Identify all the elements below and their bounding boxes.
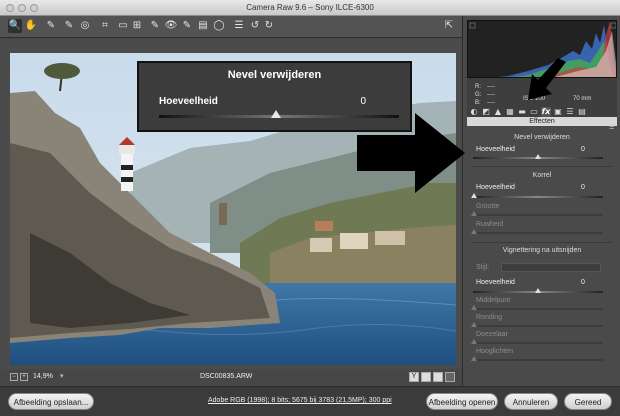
vignette-amount-value[interactable]: 0 <box>581 279 585 286</box>
tab-basic-icon[interactable]: ◐ <box>469 107 479 117</box>
divider <box>471 166 613 167</box>
fullscreen-icon[interactable]: ⇱ <box>442 19 456 33</box>
swap-view-icon[interactable] <box>421 372 431 382</box>
vignette-amount-label: Hoeveelheid <box>476 279 515 286</box>
adjustment-brush-icon[interactable]: ✎ <box>180 19 194 33</box>
spot-removal-icon[interactable]: ✎ <box>148 19 162 33</box>
dehaze-amount-label: Hoeveelheid <box>476 146 515 153</box>
tab-hsl-icon[interactable]: ▦ <box>505 107 515 117</box>
annotation-arrow-large <box>357 113 465 193</box>
grain-amount-value[interactable]: 0 <box>581 184 585 191</box>
tab-camera-calibration-icon[interactable]: ▣ <box>553 107 563 117</box>
grain-amount-slider[interactable] <box>473 196 603 198</box>
panel-menu-icon[interactable]: ☰ <box>609 124 614 131</box>
color-sampler-icon[interactable]: ✎ <box>62 19 76 33</box>
red-eye-icon[interactable]: 👁 <box>164 19 178 33</box>
dehaze-callout-value: 0 <box>360 96 366 107</box>
vignette-amount-thumb[interactable] <box>535 288 541 293</box>
copy-settings-icon[interactable] <box>433 372 443 382</box>
toggle-defaults-icon[interactable] <box>445 372 455 382</box>
grain-amount-label: Hoeveelheid <box>476 184 515 191</box>
transform-icon[interactable]: ⊞ <box>130 19 144 33</box>
close-window-button[interactable] <box>6 4 14 12</box>
tab-tone-curve-icon[interactable]: ◩ <box>481 107 491 117</box>
vignette-midpoint-slider[interactable] <box>473 308 603 310</box>
grain-roughness-label: Ruwheid <box>476 221 504 228</box>
vignette-feather-thumb[interactable] <box>471 339 477 344</box>
tab-split-toning-icon[interactable]: ▬ <box>517 107 527 117</box>
rotate-right-icon[interactable]: ↻ <box>262 19 276 33</box>
rotate-left-icon[interactable]: ↺ <box>248 19 262 33</box>
title-bar: Camera Raw 9.6 – Sony ILCE-6300 <box>0 0 620 16</box>
vignette-feather-label: Doezelaar <box>476 331 508 338</box>
vignette-midpoint-thumb[interactable] <box>471 305 477 310</box>
minimize-window-button[interactable] <box>18 4 26 12</box>
before-after-toggle[interactable]: Y <box>409 372 419 382</box>
grain-size-label: Grootte <box>476 203 500 210</box>
dehaze-callout-title: Nevel verwijderen <box>227 69 322 81</box>
tab-effects-icon[interactable]: fx <box>541 107 551 117</box>
dehaze-amount-thumb[interactable] <box>535 154 541 159</box>
toolbar: 🔍 ✋ ✎ ✎ ◎ ⌗ ▭ ⊞ ✎ 👁 ✎ ▤ ◯ ☰ ↺ ↻ <box>0 16 462 38</box>
window-title: Camera Raw 9.6 – Sony ILCE-6300 <box>246 3 374 12</box>
vignette-roundness-thumb[interactable] <box>471 322 477 327</box>
vignette-feather-slider[interactable] <box>473 342 603 344</box>
grain-size-thumb[interactable] <box>471 211 477 216</box>
vignette-highlights-thumb[interactable] <box>471 356 477 361</box>
vignette-highlights-slider[interactable] <box>473 359 603 361</box>
hand-icon[interactable]: ✋ <box>24 19 38 33</box>
grain-size-slider[interactable] <box>473 214 603 216</box>
divider <box>471 242 613 243</box>
graduated-filter-icon[interactable]: ▤ <box>196 19 210 33</box>
preferences-icon[interactable]: ☰ <box>232 19 246 33</box>
vignette-style-select[interactable] <box>501 263 601 272</box>
vignette-midpoint-label: Middelpunt <box>476 297 511 304</box>
vignette-roundness-label: Ronding <box>476 314 503 321</box>
grain-roughness-thumb[interactable] <box>471 229 477 234</box>
zoom-level[interactable]: 14,9% <box>33 373 53 380</box>
open-image-button[interactable]: Afbeelding openen <box>426 393 498 410</box>
dehaze-callout-label: Hoeveelheid <box>159 96 218 107</box>
file-name: DSC00835.ARW <box>200 373 253 380</box>
vignette-roundness-slider[interactable] <box>473 325 603 327</box>
save-image-button[interactable]: Afbeelding opslaan... <box>8 393 94 410</box>
vignette-highlights-label: Hooglichten <box>476 348 513 355</box>
zoom-out-button[interactable]: − <box>10 373 18 381</box>
grain-roughness-slider[interactable] <box>473 232 603 234</box>
grain-amount-thumb[interactable] <box>471 193 477 198</box>
straighten-icon[interactable]: ▭ <box>116 19 130 33</box>
section-vignette-title: Vignettering na uitsnijden <box>502 247 582 254</box>
tab-detail-icon[interactable]: ▲ <box>493 107 503 117</box>
tab-presets-icon[interactable]: ☰ <box>565 107 575 117</box>
section-dehaze-title: Nevel verwijderen <box>514 134 570 141</box>
camera-raw-window: Camera Raw 9.6 – Sony ILCE-6300 🔍 ✋ ✎ ✎ ◎ ⌗ ▭ ⊞… <box>0 0 620 416</box>
target-adjust-icon[interactable]: ◎ <box>78 19 92 33</box>
tab-snapshots-icon[interactable]: ▤ <box>577 107 587 117</box>
zoom-chevron-icon[interactable]: ▾ <box>60 372 64 380</box>
vignette-style-label: Stijl: <box>476 264 490 271</box>
dehaze-callout-slider-thumb[interactable] <box>271 110 281 118</box>
crop-icon[interactable]: ⌗ <box>98 19 112 33</box>
tab-lens-icon[interactable]: ▭ <box>529 107 539 117</box>
zoom-in-button[interactable]: + <box>20 373 28 381</box>
zoom-icon[interactable]: 🔍 <box>8 19 22 33</box>
done-button[interactable]: Gereed <box>564 393 612 410</box>
radial-filter-icon[interactable]: ◯ <box>212 19 226 33</box>
zoom-window-button[interactable] <box>30 4 38 12</box>
workflow-options-link[interactable]: Adobe RGB (1998); 8 bits; 5675 bij 3783 … <box>208 397 392 404</box>
panel-header: Effecten <box>467 117 617 126</box>
dehaze-amount-value[interactable]: 0 <box>581 146 585 153</box>
white-balance-icon[interactable]: ✎ <box>44 19 58 33</box>
section-grain-title: Korrel <box>532 172 552 179</box>
annotation-arrow-small <box>528 58 566 100</box>
status-bar: − + 14,9% ▾ DSC00835.ARW Y <box>0 369 462 385</box>
bottom-bar: Afbeelding opslaan... Adobe RGB (1998); … <box>0 386 620 416</box>
cancel-button[interactable]: Annuleren <box>504 393 558 410</box>
